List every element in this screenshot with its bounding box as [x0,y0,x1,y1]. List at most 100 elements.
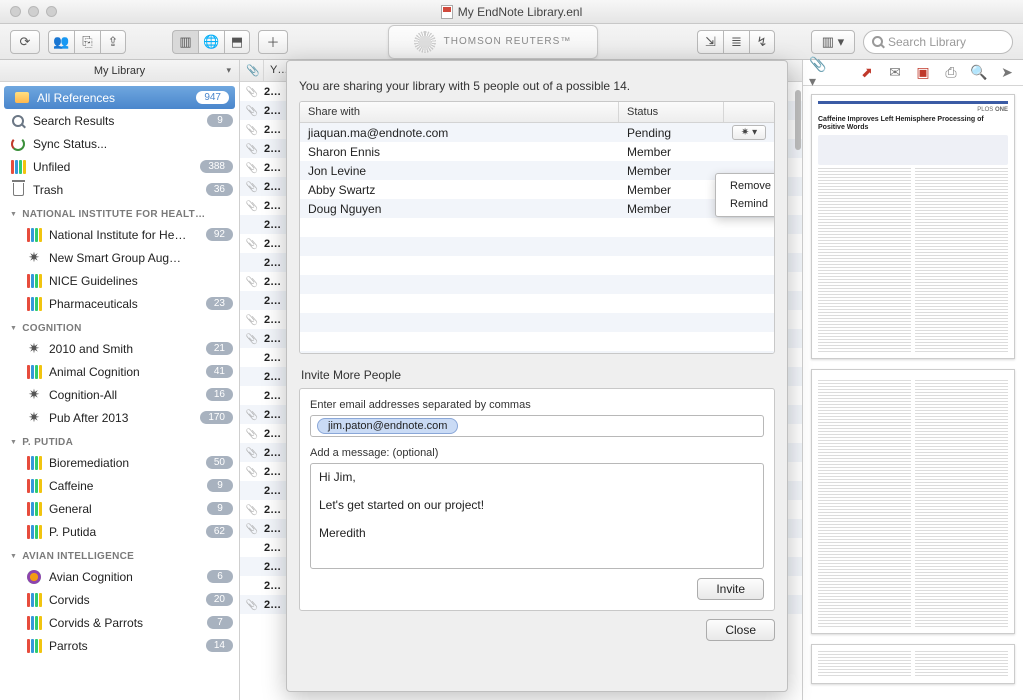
list-scrollbar[interactable] [795,90,801,150]
count-badge: 7 [207,616,233,629]
layout-button[interactable]: ▥ ▾ [811,30,855,54]
sidebar: My Library All References947Search Resul… [0,60,240,700]
share-row[interactable]: Jon LevineMember [300,161,774,180]
sidebar-item[interactable]: Corvids20 [0,588,239,611]
sidebar-item-label: Unfiled [33,160,193,174]
format-button[interactable]: ≣ [723,30,749,54]
paper-title: Caffeine Improves Left Hemisphere Proces… [818,116,1008,132]
sidebar-header[interactable]: My Library [0,60,239,82]
sidebar-item-label: Animal Cognition [49,365,199,379]
menu-remove[interactable]: Remove [716,177,775,195]
email-chip[interactable]: jim.paton@endnote.com [317,418,458,434]
count-badge: 947 [196,91,229,104]
sidebar-item-label: Parrots [49,639,199,653]
sharing-summary: You are sharing your library with 5 peop… [299,79,775,93]
sidebar-group-header[interactable]: P. PUTIDA [0,429,239,451]
share-export-button[interactable]: ⇪ [100,30,126,54]
share-name: Jon Levine [300,164,619,178]
sidebar-item[interactable]: Caffeine 9 [0,474,239,497]
share-row[interactable]: Abby SwartzMember [300,180,774,199]
sidebar-item-label: Pub After 2013 [49,411,193,425]
invite-button[interactable]: Invite [697,578,764,600]
sidebar-item-label: Avian Cognition [49,570,200,584]
sidebar-item-label: P. Putida [49,525,199,539]
share-row-actions[interactable]: ✷ ▾ [732,125,766,140]
email-button[interactable]: ✉ [885,64,905,82]
sidebar-item-trash[interactable]: Trash36 [0,178,239,201]
count-badge: 9 [207,479,233,492]
attachment-cell [240,276,264,288]
sidebar-item[interactable]: P. Putida62 [0,520,239,543]
share-row[interactable]: Sharon EnnisMember [300,142,774,161]
col-attachment[interactable]: 📎 [240,60,264,81]
sidebar-item[interactable]: Animal Cognition41 [0,360,239,383]
sync-button[interactable]: ⟳ [10,30,40,54]
share-row[interactable]: Doug NguyenMember✷ ▾ [300,199,774,218]
reuters-swirl-icon [414,31,436,53]
share-table-body: jiaquan.ma@endnote.comPending✷ ▾Sharon E… [300,123,774,353]
sidebar-item-all-references[interactable]: All References947 [4,86,235,109]
menu-remind[interactable]: Remind [716,195,775,213]
pdf-page-2[interactable] [811,369,1015,634]
sidebar-item[interactable]: General9 [0,497,239,520]
new-reference-button[interactable]: ＋ [258,30,288,54]
count-badge: 16 [206,388,233,401]
attachment-cell [240,523,264,535]
library-file-icon [441,5,453,19]
invite-email-input[interactable]: jim.paton@endnote.com [310,415,764,437]
sidebar-item-label: National Institute for He… [49,228,199,242]
sidebar-item[interactable]: NICE Guidelines [0,269,239,292]
sidebar-item[interactable]: Avian Cognition6 [0,565,239,588]
close-button[interactable]: Close [706,619,775,641]
sidebar-item-unfiled[interactable]: Unfiled388 [0,155,239,178]
annotate-button[interactable]: ▣ [913,64,933,82]
export-button[interactable]: ↯ [749,30,775,54]
find-button[interactable]: 🔍 [969,64,989,82]
search-library-field[interactable]: Search Library [863,30,1013,54]
attachment-icon[interactable]: 📎▾ [809,64,829,82]
sidebar-item-search-results[interactable]: Search Results9 [0,109,239,132]
share-status-button[interactable]: ⎘ [74,30,100,54]
invite-box: Enter email addresses separated by comma… [299,388,775,611]
sidebar-item[interactable]: National Institute for He…92 [0,223,239,246]
attachment-cell [240,86,264,98]
sidebar-item[interactable]: ✷New Smart Group Aug… [0,246,239,269]
sidebar-item-label: Pharmaceuticals [49,297,199,311]
sidebar-item-label: Caffeine [49,479,200,493]
sidebar-group-header[interactable]: NATIONAL INSTITUTE FOR HEALT… [0,201,239,223]
sidebar-item[interactable]: Pharmaceuticals23 [0,292,239,315]
attachment-cell [240,143,264,155]
next-button[interactable]: ➤ [997,64,1017,82]
combined-mode-button[interactable]: ⬒ [224,30,250,54]
window-titlebar: My EndNote Library.enl [0,0,1023,24]
main-toolbar: ⟳ 👥 ⎘ ⇪ ▥ 🌐 ⬒ ＋ THOMSON REUTERS™ ⇲ ≣ ↯ ▥… [0,24,1023,60]
attachment-cell [240,238,264,250]
sidebar-item-sync-status[interactable]: Sync Status... [0,132,239,155]
sidebar-item[interactable]: Corvids & Parrots7 [0,611,239,634]
sidebar-item[interactable]: ✷Cognition-All16 [0,383,239,406]
invite-message-input[interactable] [310,463,764,569]
insert-citation-button[interactable]: ⇲ [697,30,723,54]
share-library-button[interactable]: 👥 [48,30,74,54]
share-row[interactable]: jiaquan.ma@endnote.comPending✷ ▾ [300,123,774,142]
pdf-page-3[interactable] [811,644,1015,684]
sidebar-item[interactable]: Bioremediation50 [0,451,239,474]
pdf-page-1[interactable]: PLOS ONE Caffeine Improves Left Hemisphe… [811,94,1015,359]
preview-pages[interactable]: PLOS ONE Caffeine Improves Left Hemisphe… [803,86,1023,700]
print-button[interactable]: ⎙ [941,64,961,82]
sidebar-item[interactable]: Parrots14 [0,634,239,657]
sidebar-item-label: Sync Status... [33,137,233,151]
sidebar-group-header[interactable]: COGNITION [0,315,239,337]
sidebar-item[interactable]: ✷Pub After 2013170 [0,406,239,429]
online-mode-button[interactable]: 🌐 [198,30,224,54]
sidebar-list[interactable]: All References947Search Results9 Sync Sta… [0,82,239,700]
local-mode-button[interactable]: ▥ [172,30,198,54]
sidebar-item[interactable]: ✷2010 and Smith21 [0,337,239,360]
col-status[interactable]: Status [619,102,724,122]
share-status: Member [619,183,724,197]
sidebar-group-header[interactable]: AVIAN INTELLIGENCE [0,543,239,565]
share-row-menu: Remove Remind [715,173,775,217]
sharing-dialog: You are sharing your library with 5 peop… [286,60,788,692]
col-share-with[interactable]: Share with [300,102,619,122]
open-pdf-button[interactable]: ⬈ [857,64,877,82]
